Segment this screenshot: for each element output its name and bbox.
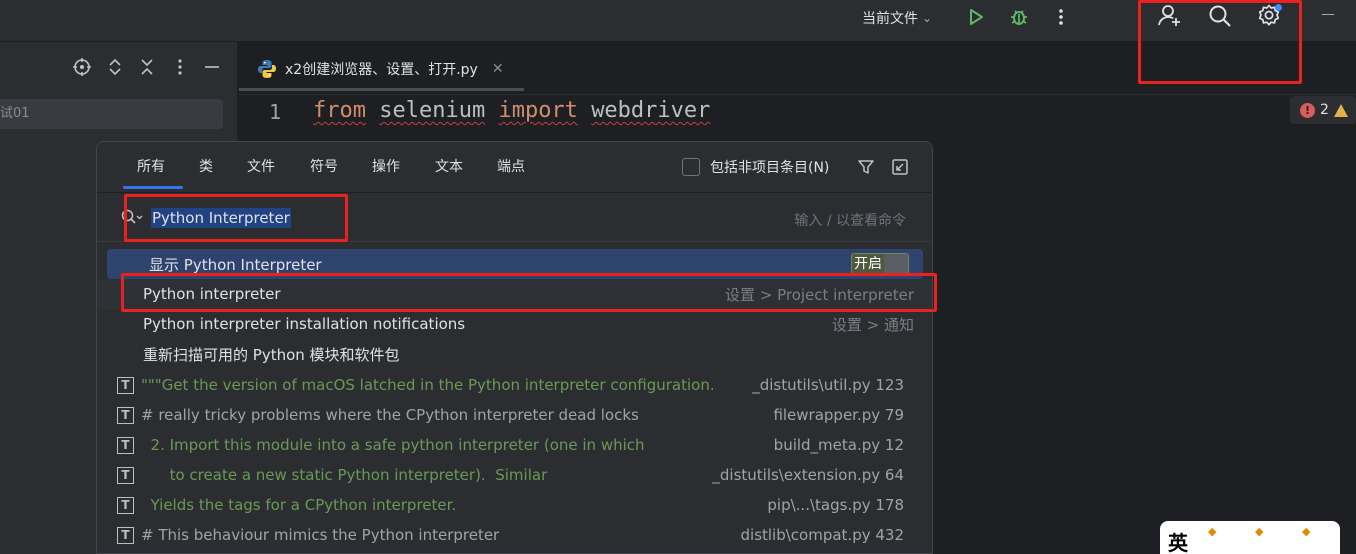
text-occurrence-icon: T (117, 526, 134, 544)
active-tab-indicator (123, 186, 183, 189)
text-result-snippet: 2. Import this module into a safe python… (141, 436, 645, 454)
filter-icon (858, 160, 874, 174)
tab-endpoints[interactable]: 端点 (497, 156, 525, 176)
line-number: 1 (268, 100, 281, 124)
code-module: selenium (379, 98, 486, 123)
text-result-row[interactable]: T to create a new static Python interpre… (97, 460, 932, 490)
more-actions-button[interactable] (1048, 4, 1074, 30)
text-result-file: build_meta.py 12 (773, 436, 904, 454)
text-result-snippet: to create a new static Python interprete… (141, 466, 548, 484)
annotation-toolbar-icons (1138, 0, 1302, 84)
crosshair-icon (73, 58, 91, 76)
warning-icon (1333, 103, 1348, 117)
tab-symbols[interactable]: 符号 (310, 156, 338, 176)
tab-actions[interactable]: 操作 (372, 156, 400, 176)
tab-all[interactable]: 所有 (137, 156, 165, 176)
minimize-button[interactable] (1322, 14, 1334, 15)
close-icon[interactable]: ✕ (492, 61, 504, 77)
more-vertical-icon (178, 59, 182, 75)
text-result-snippet: # really tricky problems where the CPyth… (141, 406, 639, 424)
text-occurrence-icon: T (117, 496, 134, 514)
tab-files[interactable]: 文件 (247, 156, 275, 176)
editor-tab-label: x2创建浏览器、设置、打开.py (285, 62, 478, 78)
text-result-row[interactable]: T Yields the tags for a CPython interpre… (97, 490, 932, 520)
tab-scrollbar[interactable] (239, 88, 524, 91)
text-result-file: _distutils\util.py 123 (752, 376, 904, 394)
text-result-snippet: Yields the tags for a CPython interprete… (141, 496, 457, 514)
annotation-python-interpreter-result (121, 273, 937, 312)
hide-panel-button[interactable] (201, 56, 223, 78)
ime-language-indicator: 英 (1168, 531, 1188, 554)
result-rescan-python-modules[interactable]: 重新扫描可用的 Python 模块和软件包 (97, 339, 932, 369)
run-config-label: 当前文件 (862, 11, 918, 27)
tab-text[interactable]: 文本 (435, 156, 463, 176)
toggle-knob (884, 254, 908, 274)
text-result-file: pip\...\tags.py 178 (767, 496, 904, 514)
project-tree-item[interactable]: 试01 (0, 99, 223, 129)
error-count: 2 (1320, 102, 1329, 118)
code-keyword-from: from (313, 98, 366, 123)
text-result-row[interactable]: T # really tricky problems where the CPy… (97, 400, 932, 430)
result-label: 重新扫描可用的 Python 模块和软件包 (143, 345, 400, 364)
result-location: 设置 > 通知 (831, 315, 914, 334)
bug-icon (1011, 10, 1027, 25)
include-non-project-option[interactable]: 包括非项目条目(N) (682, 157, 829, 177)
open-in-window-icon (892, 159, 908, 175)
error-icon: ! (1300, 102, 1315, 118)
ime-decoration-icon: ◆ (1255, 525, 1264, 538)
text-occurrence-icon: T (117, 436, 134, 454)
text-result-snippet: """Get the version of macOS latched in t… (141, 376, 715, 394)
include-non-project-checkbox[interactable] (682, 158, 700, 176)
ime-decoration-icon: ◆ (1208, 525, 1217, 538)
result-python-interpreter-notifications[interactable]: Python interpreter installation notifica… (97, 309, 932, 339)
text-occurrence-icon: T (117, 376, 134, 394)
text-result-row[interactable]: T # This behaviour mimics the Python int… (97, 520, 932, 550)
ime-decoration-icon: ◆ (1302, 525, 1311, 538)
include-non-project-label: 包括非项目条目(N) (710, 160, 830, 176)
run-button[interactable] (963, 4, 989, 30)
result-label: Python interpreter installation notifica… (143, 315, 466, 333)
open-in-window-button[interactable] (891, 158, 909, 180)
text-occurrence-icon: T (117, 406, 134, 424)
tab-classes[interactable]: 类 (199, 156, 213, 176)
text-result-row[interactable]: T 2. Import this module into a safe pyth… (97, 430, 932, 460)
chevron-down-icon: ⌄ (922, 11, 933, 25)
locate-button[interactable] (71, 56, 93, 78)
toggle-switch[interactable]: 开启 (851, 253, 909, 275)
minus-icon (205, 66, 219, 68)
expand-icon (109, 58, 121, 76)
run-configuration-selector[interactable]: 当前文件 ⌄ (862, 7, 932, 29)
text-result-row[interactable]: T """Get the version of macOS latched in… (97, 370, 932, 400)
filter-button[interactable] (857, 158, 875, 180)
search-hint: 输入 / 以查看命令 (794, 213, 906, 229)
collapse-all-button[interactable] (136, 56, 158, 78)
ime-toolbar[interactable]: 英 ◆ ◆ ◆ (1160, 521, 1340, 554)
text-occurrence-icon: T (117, 466, 134, 484)
expand-all-button[interactable] (104, 56, 126, 78)
collapse-icon (141, 59, 153, 75)
more-vertical-icon (1059, 9, 1063, 25)
code-text[interactable]: from selenium import webdriver (313, 98, 710, 123)
text-result-file: filewrapper.py 79 (773, 406, 904, 424)
debug-button[interactable] (1006, 4, 1032, 30)
result-label: 显示 Python Interpreter (149, 255, 322, 274)
code-keyword-import: import (498, 98, 578, 123)
panel-options-button[interactable] (169, 56, 191, 78)
play-icon (970, 9, 983, 25)
text-result-file: _distutils\extension.py 64 (712, 466, 904, 484)
search-scope-tabs: 所有 类 文件 符号 操作 文本 端点 包括非项目条目(N) (97, 142, 932, 192)
project-tree-item-label: 试01 (0, 106, 30, 121)
text-result-file: distlib\compat.py 432 (740, 526, 905, 544)
toggle-label: 开启 (854, 256, 882, 272)
text-result-snippet: # This behaviour mimics the Python inter… (141, 526, 500, 544)
python-file-icon (258, 60, 276, 78)
code-name: webdriver (591, 98, 711, 123)
annotation-search-query (124, 194, 348, 242)
editor-tab[interactable]: x2创建浏览器、设置、打开.py ✕ (247, 52, 514, 86)
problems-indicator[interactable]: ! 2 (1290, 96, 1356, 124)
